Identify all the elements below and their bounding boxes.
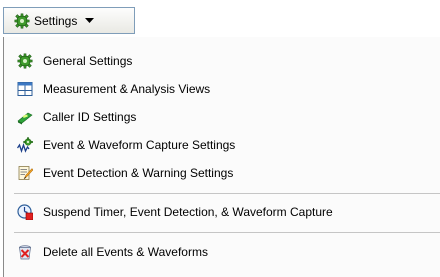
document-pencil-icon [16,164,34,182]
menu-item-general-settings[interactable]: General Settings [4,47,440,75]
menu-item-label: Event Detection & Warning Settings [43,166,234,180]
chevron-down-icon [85,17,95,24]
gear-icon [16,52,34,70]
settings-button-label: Settings [34,13,78,28]
menu-item-label: Caller ID Settings [43,110,137,124]
menu-item-label: Measurement & Analysis Views [43,82,211,96]
menu-item-event-waveform-capture-settings[interactable]: Event & Waveform Capture Settings [4,131,440,159]
menu-item-event-detection-warning-settings[interactable]: Event Detection & Warning Settings [4,159,440,187]
menu-item-suspend-timer[interactable]: Suspend Timer, Event Detection, & Wavefo… [4,198,440,226]
settings-menu: General Settings Measurement & Analysis … [3,37,440,277]
menu-item-measurement-analysis-views[interactable]: Measurement & Analysis Views [4,75,440,103]
menu-separator [14,232,440,233]
caller-id-icon [16,108,34,126]
menu-item-delete-all-events[interactable]: Delete all Events & Waveforms [4,238,440,266]
window-layout-icon [16,80,34,98]
menu-item-label: Delete all Events & Waveforms [43,245,208,259]
settings-dropdown-button[interactable]: Settings [3,7,135,34]
menu-item-caller-id-settings[interactable]: Caller ID Settings [4,103,440,131]
menu-item-label: Event & Waveform Capture Settings [43,138,236,152]
menu-item-label: Suspend Timer, Event Detection, & Wavefo… [43,205,333,219]
gear-icon [14,13,30,29]
menu-item-label: General Settings [43,54,133,68]
delete-icon [16,243,34,261]
menu-separator [14,193,440,194]
waveform-capture-icon [16,136,34,154]
timer-stop-icon [16,203,34,221]
